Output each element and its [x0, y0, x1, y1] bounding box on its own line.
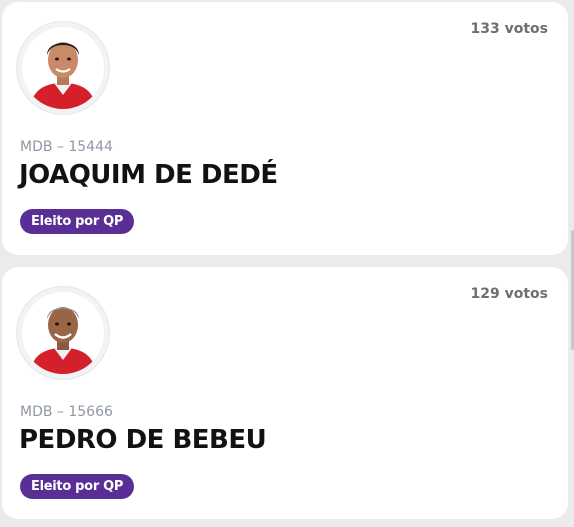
candidate-name: PEDRO DE BEBEU	[19, 425, 267, 455]
candidate-card[interactable]: 129 votos MDB – 15666 PEDRO DE BEBEU Ele…	[2, 267, 568, 519]
candidate-name: JOAQUIM DE DEDÉ	[19, 160, 278, 190]
party-number: MDB – 15444	[20, 139, 113, 155]
vote-count: 133 votos	[470, 21, 549, 37]
status-badge: Eleito por QP	[20, 474, 135, 499]
candidate-photo-icon	[22, 292, 104, 374]
candidate-card[interactable]: 133 votos MDB – 15444 JOAQUIM DE DEDÉ El…	[2, 2, 568, 255]
candidate-avatar	[17, 287, 109, 379]
party-number: MDB – 15666	[20, 404, 113, 420]
candidate-photo-icon	[22, 27, 104, 109]
candidate-list: 133 votos MDB – 15444 JOAQUIM DE DEDÉ El…	[0, 0, 574, 527]
vote-count: 129 votos	[470, 286, 549, 302]
status-badge: Eleito por QP	[20, 209, 135, 234]
candidate-avatar	[17, 22, 109, 114]
